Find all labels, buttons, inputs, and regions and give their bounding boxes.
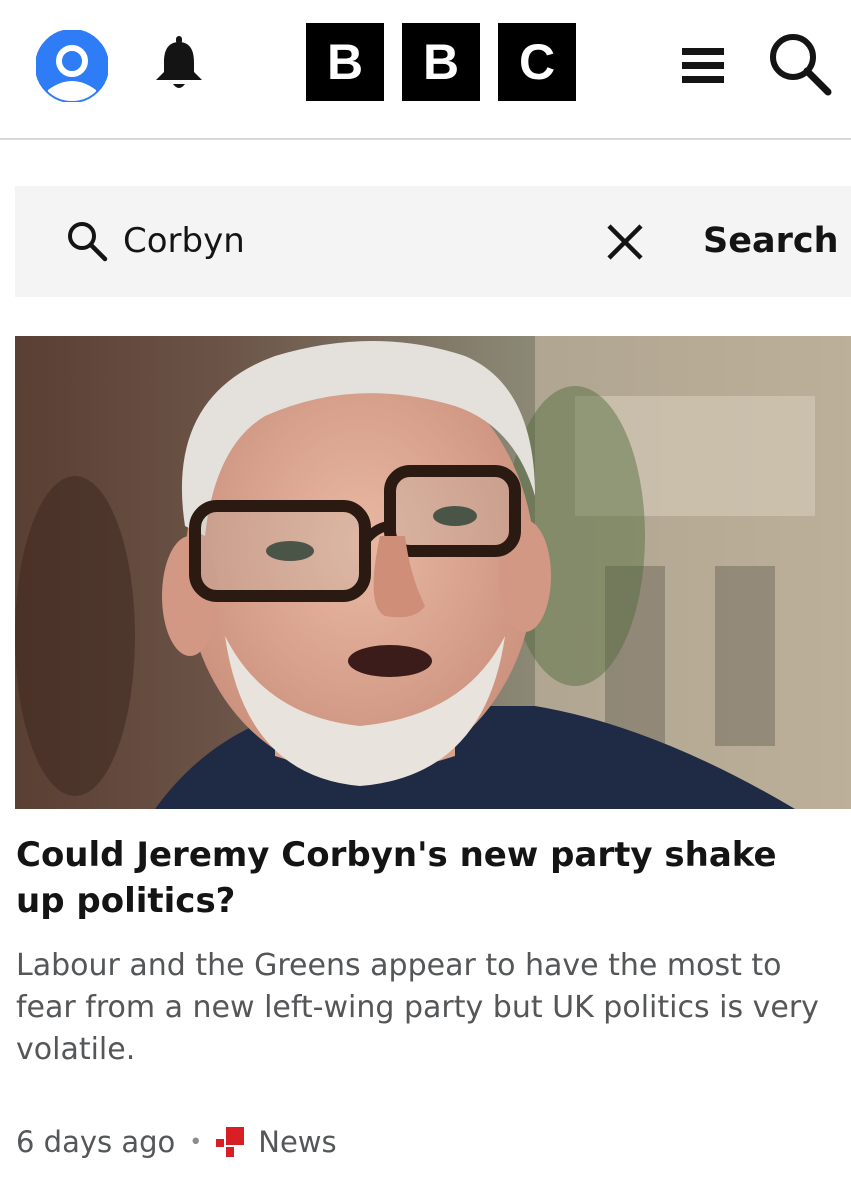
bbc-logo[interactable]: B B C bbox=[306, 23, 576, 101]
separator-dot: • bbox=[189, 1129, 203, 1155]
news-icon bbox=[216, 1127, 245, 1157]
search-button[interactable]: Search bbox=[703, 214, 839, 268]
article-category[interactable]: News bbox=[258, 1125, 336, 1159]
article-image[interactable] bbox=[15, 336, 851, 809]
logo-letter: B bbox=[306, 23, 384, 101]
menu-icon[interactable] bbox=[680, 42, 728, 90]
logo-letter: B bbox=[402, 23, 480, 101]
bell-icon[interactable] bbox=[148, 32, 210, 94]
search-icon[interactable] bbox=[766, 30, 832, 96]
article-meta: 6 days ago • News bbox=[16, 1120, 337, 1164]
close-icon[interactable] bbox=[603, 220, 647, 264]
logo-letter: C bbox=[498, 23, 576, 101]
top-header: B B C bbox=[0, 0, 851, 140]
article-summary: Labour and the Greens appear to have the… bbox=[16, 948, 819, 1067]
article-timestamp: 6 days ago bbox=[16, 1125, 176, 1159]
search-icon bbox=[68, 222, 108, 262]
article-headline[interactable]: Could Jeremy Corbyn's new party shake up… bbox=[16, 832, 836, 924]
search-bar: Search bbox=[15, 186, 851, 297]
search-input[interactable] bbox=[123, 214, 563, 268]
account-icon[interactable] bbox=[36, 30, 108, 102]
photo-of-man-with-glasses bbox=[15, 336, 851, 809]
